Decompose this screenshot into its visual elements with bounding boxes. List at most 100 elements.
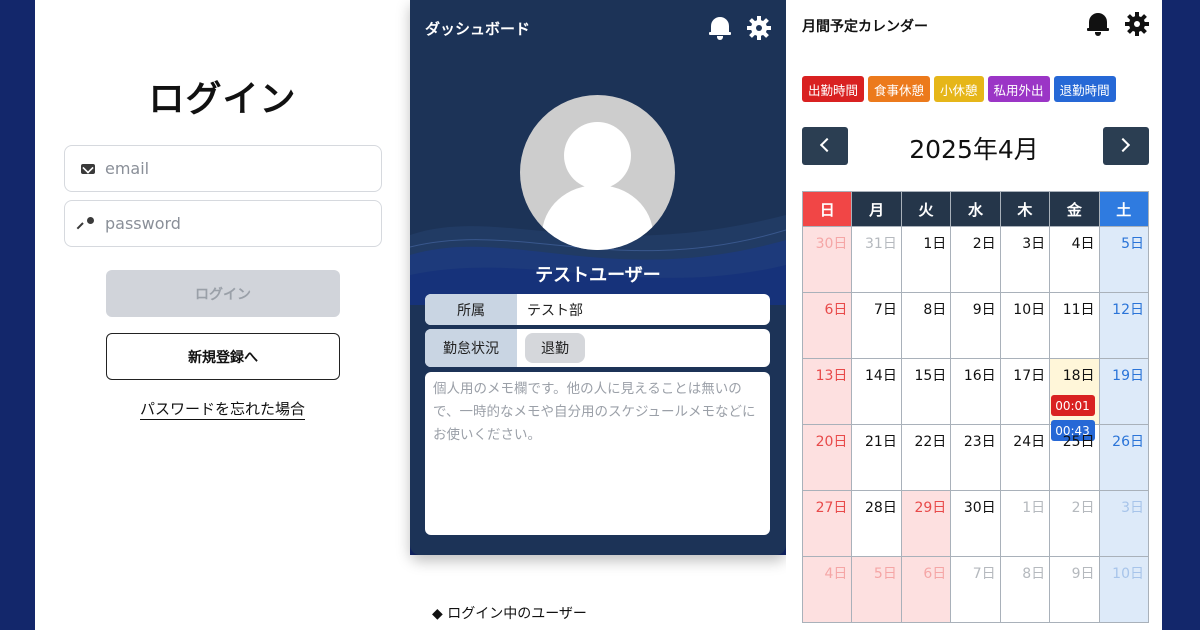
email-field[interactable] <box>64 145 382 192</box>
calendar-week-row: 13日 14日 15日 16日 17日 18日 00:01 00:43 19日 <box>801 358 1150 441</box>
calendar-day-cell[interactable]: 1日 <box>999 490 1051 557</box>
calendar-day-cell[interactable]: 3日 <box>999 226 1051 293</box>
calendar-day-cell[interactable]: 15日 <box>900 358 952 425</box>
legend-tag: 退勤時間 <box>1053 76 1116 102</box>
forgot-password-link[interactable]: パスワードを忘れた場合 <box>139 400 305 420</box>
calendar-day-cell[interactable]: 6日 <box>900 556 952 623</box>
weekday-header: 日月火水木金土 <box>801 191 1150 227</box>
day-number: 26日 <box>1112 434 1144 450</box>
prev-month-button[interactable] <box>802 127 848 165</box>
calendar-day-cell[interactable]: 18日 00:01 00:43 <box>1049 358 1100 441</box>
month-label: 2025年4月 <box>909 135 1039 164</box>
login-title: ログイン <box>148 79 297 120</box>
day-number: 17日 <box>1013 368 1046 384</box>
day-number: 10日 <box>1013 302 1046 318</box>
password-input[interactable] <box>105 214 355 233</box>
day-number: 4日 <box>824 566 848 582</box>
register-button[interactable]: 新規登録へ <box>106 333 340 380</box>
calendar-day-cell[interactable]: 1日 <box>900 226 952 293</box>
day-number: 19日 <box>1112 368 1144 384</box>
calendar-day-cell[interactable]: 4日 <box>801 556 853 623</box>
day-number: 30日 <box>963 500 996 516</box>
calendar-day-cell[interactable]: 2日 <box>1049 490 1100 557</box>
day-number: 14日 <box>865 368 897 384</box>
day-number: 9日 <box>1071 566 1095 582</box>
calendar-day-cell[interactable]: 24日 <box>999 424 1051 491</box>
calendar-day-cell[interactable]: 21日 <box>851 424 902 491</box>
calendar-day-cell[interactable]: 7日 <box>851 292 902 359</box>
day-number: 5日 <box>1121 236 1144 252</box>
day-number: 9日 <box>972 302 996 318</box>
calendar-day-cell[interactable]: 5日 <box>851 556 902 623</box>
calendar-day-cell[interactable]: 17日 <box>999 358 1051 425</box>
calendar-day-cell[interactable]: 11日 <box>1049 292 1100 359</box>
calendar-day-cell[interactable]: 16日 <box>950 358 1001 425</box>
calendar-day-cell[interactable]: 10日 <box>999 292 1051 359</box>
calendar-week-row: 6日 7日 8日 9日 10日 11日 12日 <box>801 292 1150 359</box>
calendar-day-cell[interactable]: 31日 <box>851 226 902 293</box>
calendar-day-cell[interactable]: 3日 <box>1098 490 1150 557</box>
day-number: 18日 <box>1062 368 1095 384</box>
calendar-day-cell[interactable]: 22日 <box>900 424 952 491</box>
calendar-day-cell[interactable]: 13日 <box>801 358 853 425</box>
calendar-day-cell[interactable]: 6日 <box>801 292 853 359</box>
day-number: 28日 <box>865 500 897 516</box>
day-number: 1日 <box>1022 500 1046 516</box>
weekday-header-cell: 金 <box>1049 191 1100 227</box>
day-number: 30日 <box>815 236 848 252</box>
calendar-day-cell[interactable]: 9日 <box>1049 556 1100 623</box>
email-input[interactable] <box>105 159 355 178</box>
calendar-day-cell[interactable]: 2日 <box>950 226 1001 293</box>
weekday-header-cell: 火 <box>900 191 952 227</box>
calendar-day-cell[interactable]: 8日 <box>900 292 952 359</box>
day-number: 22日 <box>914 434 947 450</box>
calendar-day-cell[interactable]: 30日 <box>801 226 853 293</box>
login-panel: ログイン ログイン 新規登録へ パスワードを忘れた場合 <box>35 0 410 630</box>
login-button[interactable]: ログイン <box>106 270 340 317</box>
calendar-day-cell[interactable]: 25日 <box>1049 424 1100 491</box>
calendar-day-cell[interactable]: 20日 <box>801 424 853 491</box>
calendar-day-cell[interactable]: 27日 <box>801 490 853 557</box>
forgot-password-link-wrap: パスワードを忘れた場合 <box>35 398 410 420</box>
status-row: 勤怠状況 退勤 <box>425 329 770 367</box>
calendar-day-cell[interactable]: 8日 <box>999 556 1051 623</box>
gear-icon[interactable] <box>1125 12 1149 36</box>
dashboard-title: ダッシュボード <box>425 20 531 38</box>
calendar-day-cell[interactable]: 29日 <box>900 490 952 557</box>
calendar-day-cell[interactable]: 4日 <box>1049 226 1100 293</box>
calendar-day-cell[interactable]: 10日 <box>1098 556 1150 623</box>
calendar-week-row: 20日 21日 22日 23日 24日 25日 26日 <box>801 424 1150 491</box>
next-month-button[interactable] <box>1103 127 1149 165</box>
day-number: 15日 <box>914 368 947 384</box>
status-label: 勤怠状況 <box>425 329 517 367</box>
calendar-day-cell[interactable]: 28日 <box>851 490 902 557</box>
bell-icon[interactable] <box>1087 12 1109 36</box>
calendar-day-cell[interactable]: 19日 <box>1098 358 1150 425</box>
day-number: 27日 <box>815 500 848 516</box>
gear-icon[interactable] <box>747 16 771 40</box>
status-badge: 退勤 <box>525 333 585 363</box>
bell-icon[interactable] <box>709 16 731 40</box>
dept-label: 所属 <box>425 294 517 325</box>
day-number: 8日 <box>1022 566 1046 582</box>
memo-textarea[interactable] <box>425 372 770 535</box>
weekday-header-cell: 木 <box>999 191 1051 227</box>
password-field[interactable] <box>64 200 382 247</box>
calendar-day-cell[interactable]: 7日 <box>950 556 1001 623</box>
calendar-day-cell[interactable]: 5日 <box>1098 226 1150 293</box>
calendar-day-cell[interactable]: 14日 <box>851 358 902 425</box>
day-number: 6日 <box>824 302 848 318</box>
calendar-title: 月間予定カレンダー <box>802 19 928 35</box>
calendar-day-cell[interactable]: 9日 <box>950 292 1001 359</box>
day-number: 13日 <box>815 368 848 384</box>
chevron-right-icon <box>1115 137 1131 153</box>
calendar-day-cell[interactable]: 12日 <box>1098 292 1150 359</box>
day-number: 10日 <box>1112 566 1144 582</box>
calendar-day-cell[interactable]: 23日 <box>950 424 1001 491</box>
calendar-day-cell[interactable]: 26日 <box>1098 424 1150 491</box>
calendar-day-cell[interactable]: 30日 <box>950 490 1001 557</box>
day-number: 1日 <box>923 236 947 252</box>
attendance-record-badge[interactable]: 00:01 <box>1050 395 1095 416</box>
day-number: 21日 <box>865 434 897 450</box>
day-number: 20日 <box>815 434 848 450</box>
